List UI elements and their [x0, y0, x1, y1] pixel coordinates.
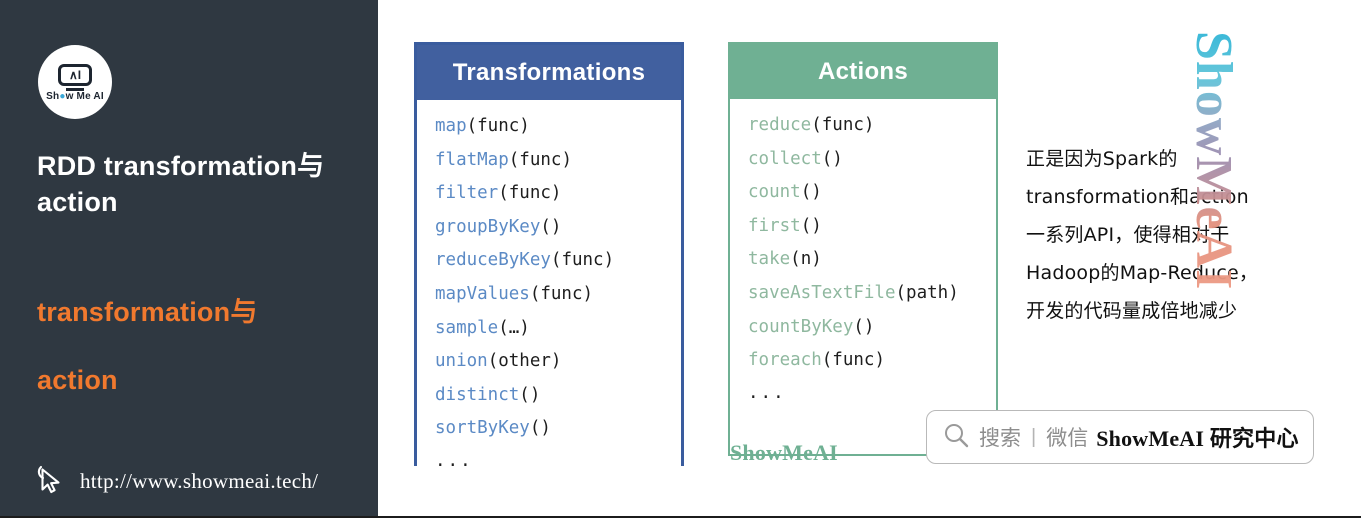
fn-name: count [748, 182, 801, 203]
search-placeholder-text[interactable]: 搜索 [979, 422, 1021, 452]
card-transformations-title: Transformations [417, 45, 681, 100]
list-item: sortByKey() [435, 412, 681, 446]
sidebar: ∧I Sh●w Me AI RDD transformation与action … [0, 0, 378, 516]
fn-name: mapValues [435, 283, 530, 304]
fn-args: (func) [811, 115, 875, 135]
fn-name: reduceByKey [435, 250, 551, 271]
list-item: sample(…) [435, 312, 681, 346]
list-item: countByKey() [748, 311, 996, 345]
fn-args: () [800, 182, 822, 203]
list-item: reduce(func) [748, 109, 996, 143]
list-more-indicator: ... [435, 450, 473, 471]
list-item: distinct() [435, 379, 681, 413]
note-line: 正是因为Spark的 [1026, 148, 1178, 170]
fn-args: (func) [498, 183, 562, 204]
fn-name: flatMap [435, 149, 509, 170]
card-actions: Actions reduce(func) collect() count() f… [728, 42, 998, 456]
site-url-row[interactable]: http://www.showmeai.tech/ [34, 462, 318, 501]
keyword-transformation: transformation与 [37, 297, 258, 327]
card-transformations-list: map(func) flatMap(func) filter(func) gro… [417, 100, 681, 482]
robot-face-glyphs: ∧I [68, 68, 82, 82]
fn-name: countByKey [748, 316, 854, 337]
keyword-action: action [37, 365, 118, 395]
list-item: map(func) [435, 110, 681, 144]
fn-name: map [435, 116, 467, 136]
page-title: RDD transformation与action [37, 151, 325, 218]
logo-wordmark: Sh●w Me AI [46, 92, 104, 102]
explanatory-note: 正是因为Spark的 transformation和action 一系列API，… [1026, 140, 1326, 330]
fn-args: () [800, 215, 822, 236]
fn-name: collect [748, 148, 822, 169]
card-transformations: Transformations map(func) flatMap(func) … [414, 42, 684, 482]
showmeai-green-wordmark: ShowMeAI [730, 440, 838, 465]
note-line: transformation和action [1026, 186, 1249, 208]
show-me-ai-logo: ∧I Sh●w Me AI [38, 45, 112, 119]
note-line: 一系列API，使得相对干 [1026, 224, 1230, 246]
fn-name: sortByKey [435, 418, 530, 439]
fn-args: (func) [550, 250, 615, 271]
mouse-pointer-icon [34, 462, 68, 501]
fn-name: saveAsTextFile [748, 282, 896, 303]
vertical-watermark: ShowMeAI [1185, 31, 1242, 291]
logo-wordmark-suffix: w Me AI [65, 91, 104, 102]
list-more-indicator: ... [748, 382, 786, 403]
fn-name: first [748, 215, 801, 236]
fn-args: () [529, 418, 551, 439]
search-channel-text: 微信 [1046, 426, 1089, 450]
fn-name: reduce [748, 115, 812, 135]
fn-name: groupByKey [435, 216, 541, 237]
list-item: reduceByKey(func) [435, 244, 681, 278]
robot-face-icon: ∧I [58, 64, 92, 86]
search-icon [941, 420, 971, 455]
fn-args: (func) [508, 149, 572, 170]
fn-args: (path) [895, 282, 959, 303]
fn-args: () [821, 148, 843, 169]
search-divider: | [1031, 425, 1037, 448]
list-item: union(other) [435, 345, 681, 379]
card-actions-title: Actions [730, 44, 996, 99]
fn-args: (func) [821, 350, 885, 371]
list-item: take(n) [748, 243, 996, 277]
fn-name: foreach [748, 350, 822, 371]
list-item: foreach(func) [748, 344, 996, 378]
list-item: saveAsTextFile(path) [748, 277, 996, 311]
wechat-search-bar[interactable]: 搜索 | 微信 ShowMeAI 研究中心 [926, 410, 1314, 464]
fn-args: (func) [466, 116, 530, 136]
fn-name: distinct [435, 384, 520, 405]
note-line: Hadoop的Map-Reduce， [1026, 262, 1259, 284]
slide-canvas: ∧I Sh●w Me AI RDD transformation与action … [0, 0, 1361, 518]
logo-wordmark-prefix: Sh [46, 91, 60, 102]
fn-name: take [748, 249, 791, 270]
list-item: filter(func) [435, 177, 681, 211]
list-item: collect() [748, 143, 996, 177]
site-url-text[interactable]: http://www.showmeai.tech/ [80, 469, 318, 494]
list-item: first() [748, 210, 996, 244]
fn-name: union [435, 351, 488, 372]
fn-args: (…) [498, 317, 530, 338]
fn-args: () [853, 316, 875, 337]
fn-name: filter [435, 183, 499, 204]
list-item: mapValues(func) [435, 278, 681, 312]
fn-args: () [519, 384, 541, 405]
fn-args: (n) [790, 249, 822, 270]
fn-args: (other) [487, 351, 562, 372]
list-item: count() [748, 176, 996, 210]
search-brand-text: ShowMeAI 研究中心 [1096, 426, 1299, 451]
fn-args: () [540, 216, 562, 237]
fn-name: sample [435, 317, 499, 338]
note-line: 开发的代码量成倍地减少 [1026, 300, 1238, 322]
card-actions-list: reduce(func) collect() count() first() t… [730, 99, 996, 414]
list-item: flatMap(func) [435, 144, 681, 178]
list-item: groupByKey() [435, 211, 681, 245]
fn-args: (func) [529, 283, 594, 304]
